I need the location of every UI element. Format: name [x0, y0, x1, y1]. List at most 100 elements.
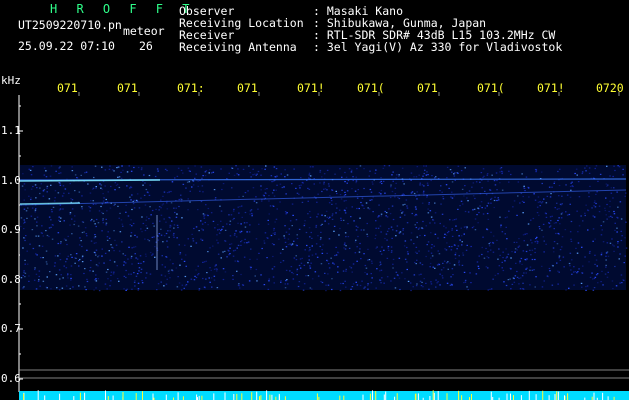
noise-pixel: [337, 252, 340, 254]
noise-pixel: [308, 247, 311, 249]
noise-pixel: [117, 205, 119, 207]
noise-pixel: [133, 199, 135, 201]
noise-pixel: [233, 174, 236, 176]
noise-pixel: [426, 244, 428, 246]
noise-pixel: [104, 283, 107, 285]
noise-pixel: [202, 191, 204, 193]
noise-pixel: [393, 277, 396, 279]
noise-pixel: [144, 204, 147, 206]
noise-pixel: [413, 243, 415, 245]
noise-pixel: [185, 284, 188, 286]
noise-pixel: [81, 221, 84, 223]
noise-pixel: [26, 263, 29, 265]
noise-pixel: [370, 273, 372, 275]
noise-pixel: [234, 233, 236, 235]
noise-pixel: [425, 282, 427, 284]
noise-pixel: [484, 207, 487, 209]
noise-pixel: [611, 216, 613, 218]
noise-pixel: [611, 280, 614, 282]
noise-pixel: [217, 229, 219, 231]
noise-pixel: [571, 185, 574, 187]
noise-pixel: [498, 248, 500, 250]
noise-pixel: [219, 205, 221, 207]
noise-pixel: [46, 191, 48, 193]
noise-pixel: [352, 176, 354, 178]
noise-pixel: [115, 184, 118, 186]
noise-pixel: [48, 216, 51, 218]
noise-pixel: [610, 215, 612, 217]
noise-pixel: [519, 262, 521, 264]
noise-pixel: [439, 222, 441, 225]
noise-pixel: [296, 274, 298, 276]
noise-pixel: [430, 252, 433, 254]
noise-pixel: [478, 255, 480, 257]
noise-pixel: [413, 192, 416, 195]
noise-pixel: [463, 233, 465, 235]
noise-pixel: [387, 245, 390, 248]
noise-pixel: [587, 210, 590, 212]
noise-pixel: [185, 187, 187, 189]
noise-pixel: [184, 254, 187, 256]
noise-pixel: [261, 168, 263, 170]
noise-pixel: [86, 280, 89, 283]
noise-pixel: [233, 208, 235, 210]
noise-pixel: [244, 211, 247, 214]
noise-pixel: [545, 216, 548, 218]
meter-peak: [259, 396, 260, 400]
noise-pixel: [46, 263, 48, 265]
noise-pixel: [376, 246, 378, 248]
meter-peak: [213, 393, 215, 400]
noise-pixel: [522, 282, 524, 284]
noise-pixel: [525, 272, 527, 274]
noise-pixel: [278, 238, 280, 240]
noise-pixel: [370, 282, 373, 284]
noise-pixel: [439, 190, 441, 192]
noise-pixel: [31, 207, 34, 209]
noise-pixel: [50, 288, 52, 290]
noise-pixel: [556, 243, 559, 245]
noise-pixel: [192, 240, 195, 242]
spectrogram-plot: [18, 92, 629, 400]
noise-pixel: [501, 231, 504, 233]
noise-pixel: [174, 177, 176, 179]
noise-pixel: [624, 237, 626, 239]
noise-pixel: [335, 254, 338, 256]
noise-pixel: [246, 222, 248, 224]
noise-pixel: [454, 257, 457, 259]
noise-pixel: [311, 254, 314, 256]
noise-pixel: [198, 230, 200, 232]
noise-pixel: [344, 181, 346, 183]
noise-pixel: [538, 226, 541, 228]
noise-pixel: [363, 229, 365, 231]
noise-pixel: [120, 177, 123, 179]
noise-pixel: [387, 249, 390, 251]
noise-pixel: [543, 240, 545, 242]
noise-pixel: [131, 247, 133, 249]
noise-pixel: [30, 174, 33, 176]
noise-pixel: [295, 259, 298, 261]
noise-pixel: [385, 233, 388, 235]
noise-pixel: [262, 194, 265, 196]
noise-pixel: [333, 225, 336, 227]
noise-pixel: [308, 227, 311, 229]
noise-pixel: [539, 201, 541, 203]
noise-pixel: [275, 189, 277, 191]
noise-pixel: [238, 212, 240, 214]
noise-pixel: [416, 222, 418, 224]
noise-pixel: [578, 268, 580, 270]
meter-peak: [375, 391, 377, 400]
noise-pixel: [537, 196, 540, 198]
noise-pixel: [130, 232, 133, 234]
noise-pixel: [521, 200, 524, 202]
noise-pixel: [145, 277, 147, 279]
noise-pixel: [410, 192, 413, 194]
noise-pixel: [608, 210, 610, 213]
noise-pixel: [256, 173, 258, 175]
meter-peak: [79, 392, 81, 400]
noise-pixel: [201, 228, 203, 230]
noise-pixel: [329, 216, 331, 218]
noise-pixel: [331, 288, 333, 291]
noise-pixel: [168, 236, 170, 238]
noise-pixel: [518, 245, 521, 247]
noise-pixel: [209, 169, 211, 171]
